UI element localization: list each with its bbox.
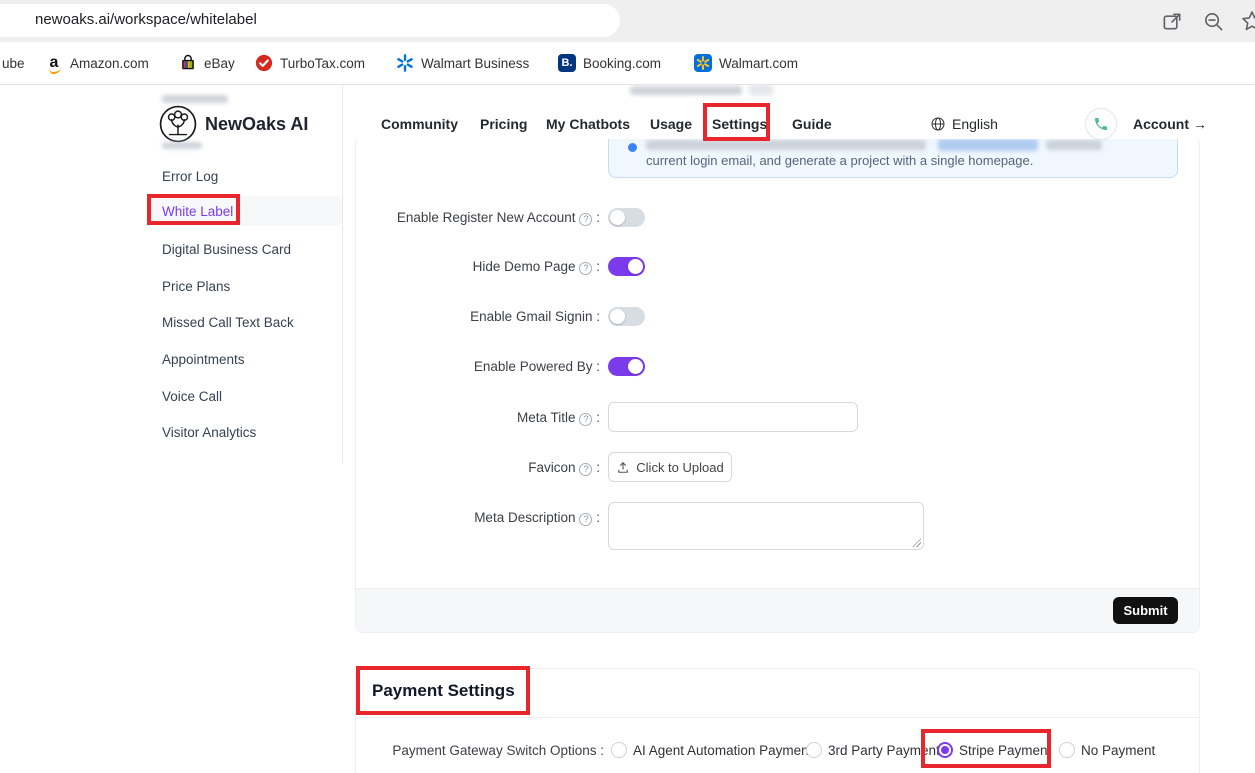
bookmark-turbotax[interactable]: TurboTax.com [255, 50, 365, 76]
zoom-out-icon[interactable] [1202, 10, 1225, 33]
payment-gateway-label: Payment Gateway Switch Options [392, 743, 604, 758]
language-selector[interactable]: English [952, 116, 998, 132]
phone-icon [1093, 116, 1109, 132]
browser-window: newoaks.ai/workspace/whitelabel ube a Am… [0, 0, 1255, 773]
help-icon[interactable] [579, 463, 592, 476]
toggle-knob [628, 359, 643, 374]
radio-label-ai-agent-automation[interactable]: AI Agent Automation Payment [633, 743, 812, 758]
field-label-meta-description: Meta Description [474, 510, 600, 526]
redacted-text [1046, 140, 1102, 150]
bookmark-label: TurboTax.com [280, 56, 365, 71]
field-label-hide-demo-page: Hide Demo Page [473, 259, 600, 275]
radio-no-payment[interactable] [1059, 742, 1075, 758]
field-label-meta-title: Meta Title [517, 410, 600, 426]
upload-button-label: Click to Upload [636, 460, 723, 475]
sidebar-item-digital-business-card[interactable]: Digital Business Card [162, 242, 291, 257]
meta-title-input[interactable] [608, 402, 858, 432]
toggle-enable-powered-by[interactable] [608, 357, 645, 376]
toggle-knob [610, 210, 625, 225]
payment-settings-title: Payment Settings [372, 681, 515, 701]
account-link[interactable]: Account → [1133, 116, 1207, 132]
sidebar-item-error-log[interactable]: Error Log [162, 169, 218, 184]
booking-icon: B. [558, 54, 576, 72]
sidebar-item-visitor-analytics[interactable]: Visitor Analytics [162, 425, 256, 440]
redacted-toggle [748, 84, 774, 96]
favorites-star-icon[interactable] [1240, 9, 1255, 33]
sidebar-item-appointments[interactable]: Appointments [162, 352, 245, 367]
nav-item-usage[interactable]: Usage [650, 116, 692, 132]
bookmark-booking[interactable]: B. Booking.com [558, 50, 661, 76]
redacted-text [646, 140, 926, 150]
redacted-text [162, 95, 228, 103]
favicon-upload-button[interactable]: Click to Upload [608, 452, 732, 482]
avatar[interactable] [1085, 108, 1117, 140]
nav-item-settings[interactable]: Settings [712, 116, 767, 132]
nav-item-community[interactable]: Community [381, 116, 458, 132]
form-footer [356, 588, 1199, 632]
help-icon[interactable] [579, 513, 592, 526]
bookmark-label: eBay [204, 56, 235, 71]
bookmark-label: Booking.com [583, 56, 661, 71]
sidebar-item-voice-call[interactable]: Voice Call [162, 389, 222, 404]
radio-stripe-payment[interactable] [937, 742, 953, 758]
bookmark-youtube[interactable]: ube [2, 50, 25, 76]
sidebar-item-price-plans[interactable]: Price Plans [162, 279, 230, 294]
nav-item-pricing[interactable]: Pricing [480, 116, 527, 132]
globe-icon [930, 116, 946, 132]
toggle-enable-register-new-account[interactable] [608, 208, 645, 227]
bookmark-walmart-business[interactable]: Walmart Business [396, 50, 529, 76]
share-icon[interactable] [1161, 10, 1184, 33]
field-label-enable-powered-by: Enable Powered By [474, 359, 600, 374]
field-label-favicon: Favicon [528, 460, 600, 476]
help-icon[interactable] [579, 413, 592, 426]
radio-3rd-party-payment[interactable] [806, 742, 822, 758]
bookmark-walmart-com[interactable]: Walmart.com [694, 50, 798, 76]
radio-label-no-payment[interactable]: No Payment [1081, 743, 1155, 758]
payment-header-divider [356, 717, 1199, 718]
redacted-text [162, 142, 202, 149]
submit-button[interactable]: Submit [1113, 597, 1178, 624]
redacted-text [630, 86, 742, 95]
meta-description-textarea[interactable] [608, 502, 924, 550]
nav-item-my-chatbots[interactable]: My Chatbots [546, 116, 630, 132]
textarea-resize-handle[interactable] [912, 538, 921, 547]
toggle-knob [610, 309, 625, 324]
walmart-spark-icon [396, 54, 414, 72]
bookmark-ebay[interactable]: eBay [179, 50, 235, 76]
bookmark-label: Walmart.com [719, 56, 798, 71]
ebay-bag-icon [179, 54, 197, 72]
toggle-hide-demo-page[interactable] [608, 257, 645, 276]
brand-name: NewOaks AI [205, 114, 308, 135]
help-icon[interactable] [579, 262, 592, 275]
turbotax-check-icon [255, 54, 273, 72]
walmart-yellow-spark-icon [694, 54, 712, 72]
alert-text: current login email, and generate a proj… [646, 153, 1033, 168]
help-icon[interactable] [579, 213, 592, 226]
upload-icon [616, 460, 630, 474]
nav-item-guide[interactable]: Guide [792, 116, 832, 132]
bookmark-amazon[interactable]: a Amazon.com [45, 50, 149, 76]
field-label-enable-gmail-signin: Enable Gmail Signin [470, 309, 600, 324]
amazon-icon: a [45, 54, 63, 72]
info-icon [628, 143, 637, 152]
sidebar-item-white-label[interactable]: White Label [162, 204, 233, 219]
sidebar-divider [342, 85, 343, 463]
newoaks-logo-icon [159, 105, 197, 143]
sidebar-item-missed-call-text-back[interactable]: Missed Call Text Back [162, 315, 294, 330]
url-text: newoaks.ai/workspace/whitelabel [35, 11, 257, 28]
toggle-knob [628, 259, 643, 274]
bookmark-label: ube [2, 56, 25, 71]
bookmark-label: Walmart Business [421, 56, 529, 71]
bookmark-label: Amazon.com [70, 56, 149, 71]
radio-label-3rd-party[interactable]: 3rd Party Payment [828, 743, 940, 758]
toggle-enable-gmail-signin[interactable] [608, 307, 645, 326]
radio-label-stripe[interactable]: Stripe Payment [959, 743, 1051, 758]
redacted-link [938, 139, 1038, 151]
field-label-enable-register: Enable Register New Account [397, 210, 600, 226]
radio-ai-agent-automation-payment[interactable] [611, 742, 627, 758]
